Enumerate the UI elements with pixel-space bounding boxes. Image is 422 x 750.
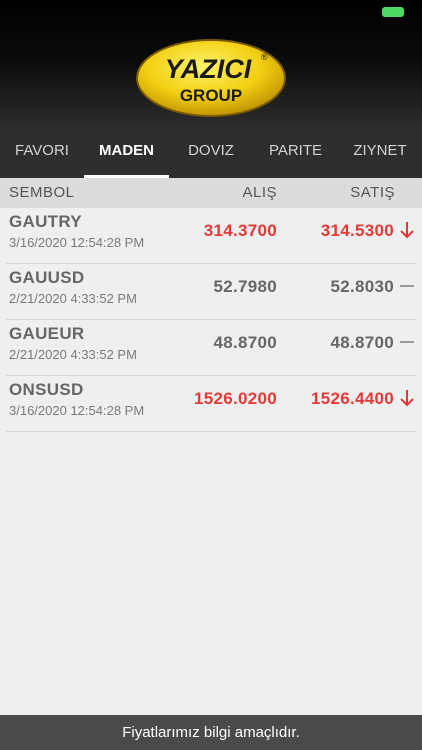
arrow-down-icon bbox=[400, 222, 414, 239]
row-buy-price: 314.3700 bbox=[203, 221, 277, 240]
row-sell-price: 1526.4400 bbox=[310, 389, 394, 408]
tab-bar: FAVORI MADEN DOVIZ PARITE ZIYNET bbox=[0, 132, 422, 178]
tab-doviz[interactable]: DOVIZ bbox=[169, 132, 253, 178]
column-symbol: SEMBOL bbox=[9, 184, 75, 201]
row-sell-price: 52.8030 bbox=[330, 277, 394, 296]
row-symbol: GAUUSD bbox=[9, 268, 85, 287]
row-sell-price: 314.5300 bbox=[320, 221, 394, 240]
column-buy: ALIŞ bbox=[242, 184, 277, 201]
yazici-group-logo: YAZICI ® GROUP bbox=[136, 39, 286, 117]
table-row[interactable]: ONSUSD 3/16/2020 12:54:28 PM 1526.0200 1… bbox=[0, 376, 422, 432]
row-timestamp: 3/16/2020 12:54:28 PM bbox=[9, 235, 145, 250]
logo-registered-mark: ® bbox=[261, 52, 268, 62]
tab-parite[interactable]: PARITE bbox=[253, 132, 338, 178]
row-sell-price: 48.8700 bbox=[330, 333, 394, 352]
row-timestamp: 2/21/2020 4:33:52 PM bbox=[9, 291, 137, 306]
column-sell: SATIŞ bbox=[350, 184, 395, 201]
battery-icon bbox=[382, 7, 404, 17]
row-symbol: GAUTRY bbox=[9, 212, 82, 231]
column-header: SEMBOL ALIŞ SATIŞ bbox=[0, 178, 422, 208]
row-timestamp: 3/16/2020 12:54:28 PM bbox=[9, 403, 145, 418]
dash-icon bbox=[400, 285, 414, 287]
dash-icon bbox=[400, 341, 414, 343]
row-buy-price: 1526.0200 bbox=[193, 389, 277, 408]
row-divider bbox=[6, 431, 416, 432]
tab-favori[interactable]: FAVORI bbox=[0, 132, 84, 178]
row-buy-price: 52.7980 bbox=[213, 277, 277, 296]
logo-subtitle: GROUP bbox=[180, 86, 242, 105]
row-symbol: ONSUSD bbox=[9, 380, 84, 399]
table-row[interactable]: GAUTRY 3/16/2020 12:54:28 PM 314.3700 31… bbox=[0, 208, 422, 264]
row-symbol: GAUEUR bbox=[9, 324, 85, 343]
row-buy-price: 48.8700 bbox=[213, 333, 277, 352]
table-row[interactable]: GAUEUR 2/21/2020 4:33:52 PM 48.8700 48.8… bbox=[0, 320, 422, 376]
arrow-down-icon bbox=[400, 390, 414, 407]
row-timestamp: 2/21/2020 4:33:52 PM bbox=[9, 347, 137, 362]
tab-ziynet[interactable]: ZIYNET bbox=[338, 132, 422, 178]
logo-name: YAZICI bbox=[165, 54, 252, 84]
tab-maden[interactable]: MADEN bbox=[84, 132, 169, 178]
disclaimer-footer: Fiyatlarımız bilgi amaçlıdır. bbox=[0, 715, 422, 750]
table-row[interactable]: GAUUSD 2/21/2020 4:33:52 PM 52.7980 52.8… bbox=[0, 264, 422, 320]
app-header: YAZICI ® GROUP bbox=[0, 0, 422, 132]
